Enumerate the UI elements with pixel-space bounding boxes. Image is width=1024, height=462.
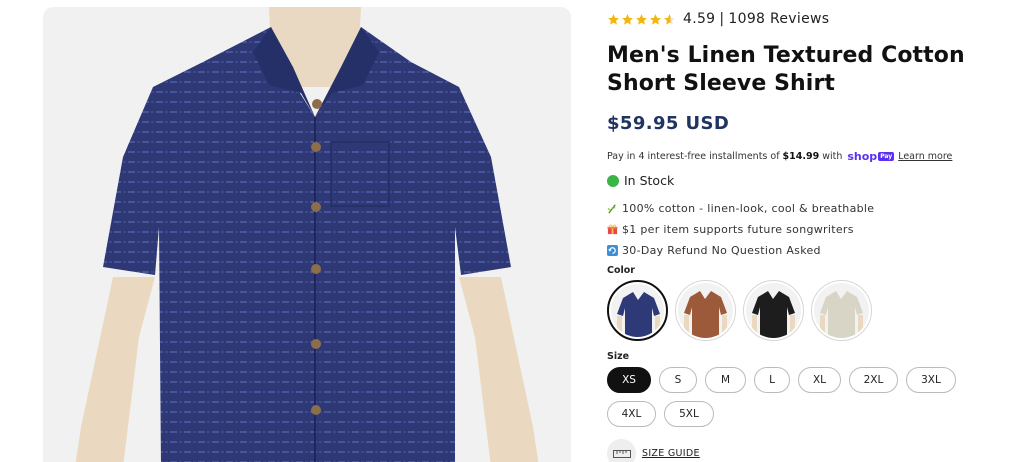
shop-pay-badge: Pay <box>878 152 895 161</box>
stock-status: In Stock <box>607 173 674 188</box>
refresh-icon <box>607 245 618 256</box>
star-icon <box>636 13 647 25</box>
shop-pay-logo: shop Pay <box>847 150 895 163</box>
feature-text: 30-Day Refund No Question Asked <box>622 244 821 257</box>
swatch-image <box>746 283 801 338</box>
feature-item: $1 per item supports future songwriters <box>607 219 874 240</box>
feature-text: 100% cotton - linen-look, cool & breatha… <box>622 202 875 215</box>
color-swatch-rust[interactable] <box>675 280 736 341</box>
swatch-image <box>678 283 733 338</box>
star-rating <box>607 13 676 26</box>
size-option-xl[interactable]: XL <box>798 367 841 393</box>
product-price: $59.95 USD <box>607 113 730 134</box>
size-option-s[interactable]: S <box>659 367 697 393</box>
rating-value: 4.59 <box>683 11 716 27</box>
stock-text: In Stock <box>624 173 675 188</box>
feature-list: 100% cotton - linen-look, cool & breatha… <box>607 198 874 261</box>
installments-info: Pay in 4 interest-free installments of $… <box>607 150 952 163</box>
size-option-5xl[interactable]: 5XL <box>664 401 714 427</box>
size-option-4xl[interactable]: 4XL <box>607 401 656 427</box>
bamboo-icon <box>607 204 616 214</box>
feature-item: 100% cotton - linen-look, cool & breatha… <box>607 198 874 219</box>
in-stock-dot-icon <box>607 174 619 187</box>
color-swatches <box>607 280 872 341</box>
gift-icon <box>607 224 618 235</box>
star-icon <box>608 13 619 25</box>
star-icon <box>622 13 633 25</box>
installments-with: with <box>822 151 843 162</box>
product-title: Men's Linen Textured Cotton Short Sleeve… <box>607 43 965 96</box>
rating-separator: | <box>719 11 725 27</box>
color-swatch-navy[interactable] <box>607 280 668 341</box>
size-guide-link[interactable]: SIZE GUIDE <box>642 448 700 459</box>
feature-text: $1 per item supports future songwriters <box>622 223 854 236</box>
installment-amount: $14.99 <box>782 151 820 162</box>
half-star-icon <box>664 13 675 25</box>
size-options: XS S M L XL 2XL 3XL 4XL 5XL <box>607 367 987 427</box>
color-swatch-black[interactable] <box>743 280 804 341</box>
installments-text: Pay in 4 interest-free installments of <box>607 151 780 162</box>
size-option-xs[interactable]: XS <box>607 367 651 393</box>
swatch-image <box>611 284 664 337</box>
feature-item: 30-Day Refund No Question Asked <box>607 240 874 261</box>
size-label: Size <box>607 351 630 362</box>
size-option-3xl[interactable]: 3XL <box>906 367 956 393</box>
color-label: Color <box>607 265 635 276</box>
shop-brand: shop <box>847 150 878 163</box>
star-icon <box>650 13 661 25</box>
product-image[interactable] <box>43 7 571 462</box>
size-option-2xl[interactable]: 2XL <box>849 367 898 393</box>
swatch-image <box>814 283 869 338</box>
ruler-icon <box>607 439 636 462</box>
size-option-l[interactable]: L <box>754 367 790 393</box>
learn-more-link[interactable]: Learn more <box>898 151 952 162</box>
rating-summary[interactable]: 4.59 | 1098 Reviews <box>607 10 829 28</box>
color-swatch-cream[interactable] <box>811 280 872 341</box>
size-option-m[interactable]: M <box>705 367 746 393</box>
review-count[interactable]: 1098 Reviews <box>728 11 829 27</box>
size-guide[interactable]: SIZE GUIDE <box>607 439 700 462</box>
